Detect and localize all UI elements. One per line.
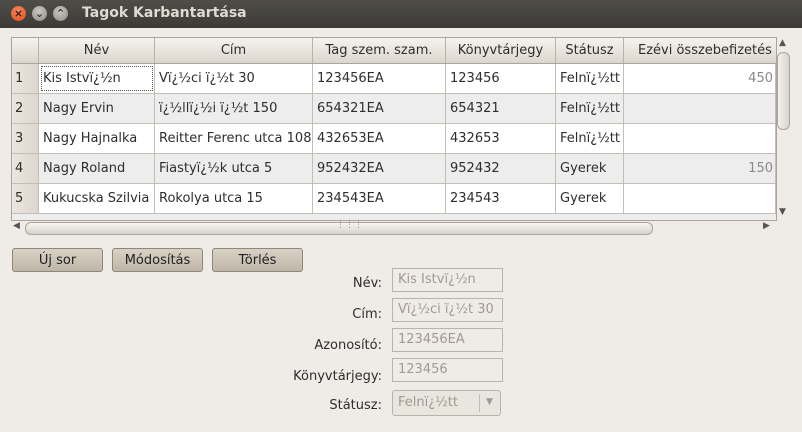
cell-address[interactable]: ï¿½llï¿½i ï¿½t 150 <box>155 94 313 123</box>
cell-member-id[interactable]: 123456EA <box>313 64 446 93</box>
cell-name[interactable]: Nagy Ervin <box>39 94 155 123</box>
status-label: Státusz: <box>329 398 382 413</box>
library-card-label: Könyvtárjegy: <box>293 369 382 384</box>
cell-annual-payment[interactable]: 150 <box>624 154 776 183</box>
cell-library-card[interactable]: 654321 <box>446 94 556 123</box>
cell-member-id[interactable]: 234543EA <box>313 184 446 213</box>
row-number[interactable]: 5 <box>12 184 39 213</box>
window: × ⌄ ⌃ Tagok Karbantartása Név Cím Tag sz… <box>0 0 802 432</box>
scroll-left-icon[interactable]: ◀ <box>13 221 20 231</box>
id-label: Azonosító: <box>314 338 382 353</box>
members-table[interactable]: Név Cím Tag szem. szam. Könyvtárjegy Stá… <box>11 37 777 221</box>
id-field[interactable]: 123456EA <box>392 328 503 352</box>
table-row[interactable]: 2 Nagy Ervin ï¿½llï¿½i ï¿½t 150 654321EA 654… <box>12 94 776 124</box>
horizontal-scroll-thumb[interactable]: ⋮⋮⋮ <box>25 220 653 235</box>
cell-name[interactable]: Nagy Hajnalka <box>39 124 155 153</box>
row-number[interactable]: 4 <box>12 154 39 183</box>
cell-address[interactable]: Reitter Ferenc utca 108 <box>155 124 313 153</box>
table-row[interactable]: 5 Kukucska Szilvia Rokolya utca 15 234543EA… <box>12 184 776 214</box>
minimize-icon[interactable]: ⌄ <box>32 6 47 21</box>
cell-annual-payment[interactable] <box>624 124 776 153</box>
column-header-member-id[interactable]: Tag szem. szam. <box>313 38 446 63</box>
chevron-down-icon[interactable]: ▼ <box>486 397 493 407</box>
cell-library-card[interactable]: 432653 <box>446 124 556 153</box>
cell-annual-payment[interactable] <box>624 94 776 123</box>
cell-library-card[interactable]: 123456 <box>446 64 556 93</box>
cell-status[interactable]: Felnï¿½tt <box>556 94 624 123</box>
modify-button[interactable]: Módosítás <box>112 248 203 272</box>
cell-annual-payment[interactable]: 450 <box>624 64 776 93</box>
name-label: Név: <box>352 276 382 291</box>
horizontal-scrollbar[interactable]: ◀ ⋮⋮⋮ ▶ <box>11 220 775 236</box>
cell-name[interactable]: Kukucska Szilvia <box>39 184 155 213</box>
cell-status[interactable]: Gyerek <box>556 154 624 183</box>
table-row[interactable]: 1 Kis Istvï¿½n Vï¿½ci ï¿½t 30 123456EA 12345… <box>12 64 776 94</box>
cell-library-card[interactable]: 952432 <box>446 154 556 183</box>
row-number[interactable]: 3 <box>12 124 39 153</box>
address-label: Cím: <box>352 307 382 322</box>
table-row[interactable]: 3 Nagy Hajnalka Reitter Ferenc utca 108 432… <box>12 124 776 154</box>
row-number[interactable]: 1 <box>12 64 39 93</box>
status-select[interactable]: Felnï¿½tt ▼ <box>392 390 501 416</box>
table-row[interactable]: 4 Nagy Roland Fiastyï¿½k utca 5 952432EA 952… <box>12 154 776 184</box>
vertical-scrollbar[interactable]: ▲ ▼ <box>776 37 790 219</box>
cell-address[interactable]: Fiastyï¿½k utca 5 <box>155 154 313 183</box>
cell-annual-payment[interactable] <box>624 184 776 213</box>
column-header-annual-payment[interactable]: Ezévi összebefizetés <box>624 38 776 63</box>
cell-address[interactable]: Rokolya utca 15 <box>155 184 313 213</box>
cell-status[interactable]: Felnï¿½tt <box>556 64 624 93</box>
library-card-field[interactable]: 123456 <box>392 358 503 382</box>
select-divider <box>479 394 480 412</box>
window-title: Tagok Karbantartása <box>82 5 247 21</box>
cell-status[interactable]: Gyerek <box>556 184 624 213</box>
cell-address[interactable]: Vï¿½ci ï¿½t 30 <box>155 64 313 93</box>
cell-member-id[interactable]: 432653EA <box>313 124 446 153</box>
new-row-button[interactable]: Új sor <box>12 248 103 272</box>
column-header-status[interactable]: Státusz <box>556 38 624 63</box>
cell-status[interactable]: Felnï¿½tt <box>556 124 624 153</box>
column-header-library-card[interactable]: Könyvtárjegy <box>446 38 556 63</box>
row-number[interactable]: 2 <box>12 94 39 123</box>
titlebar: × ⌄ ⌃ Tagok Karbantartása <box>0 0 802 28</box>
delete-button[interactable]: Törlés <box>212 248 303 272</box>
scroll-up-icon[interactable]: ▲ <box>779 38 786 48</box>
maximize-icon[interactable]: ⌃ <box>53 6 68 21</box>
header-corner <box>12 38 39 63</box>
column-header-name[interactable]: Név <box>39 38 155 63</box>
status-select-value: Felnï¿½tt <box>398 395 458 410</box>
table-header: Név Cím Tag szem. szam. Könyvtárjegy Stá… <box>12 38 776 64</box>
cell-library-card[interactable]: 234543 <box>446 184 556 213</box>
vertical-scroll-thumb[interactable] <box>777 52 790 130</box>
address-field[interactable]: Vï¿½ci ï¿½t 30 <box>392 298 503 322</box>
close-icon[interactable]: × <box>11 6 26 21</box>
cell-name[interactable]: Kis Istvï¿½n <box>39 64 155 93</box>
cell-member-id[interactable]: 654321EA <box>313 94 446 123</box>
column-header-address[interactable]: Cím <box>155 38 313 63</box>
grip-icon: ⋮⋮⋮ <box>336 220 363 230</box>
cell-member-id[interactable]: 952432EA <box>313 154 446 183</box>
scroll-right-icon[interactable]: ▶ <box>763 221 770 231</box>
name-field[interactable]: Kis Istvï¿½n <box>392 268 503 292</box>
cell-name[interactable]: Nagy Roland <box>39 154 155 183</box>
scroll-down-icon[interactable]: ▼ <box>779 207 786 217</box>
